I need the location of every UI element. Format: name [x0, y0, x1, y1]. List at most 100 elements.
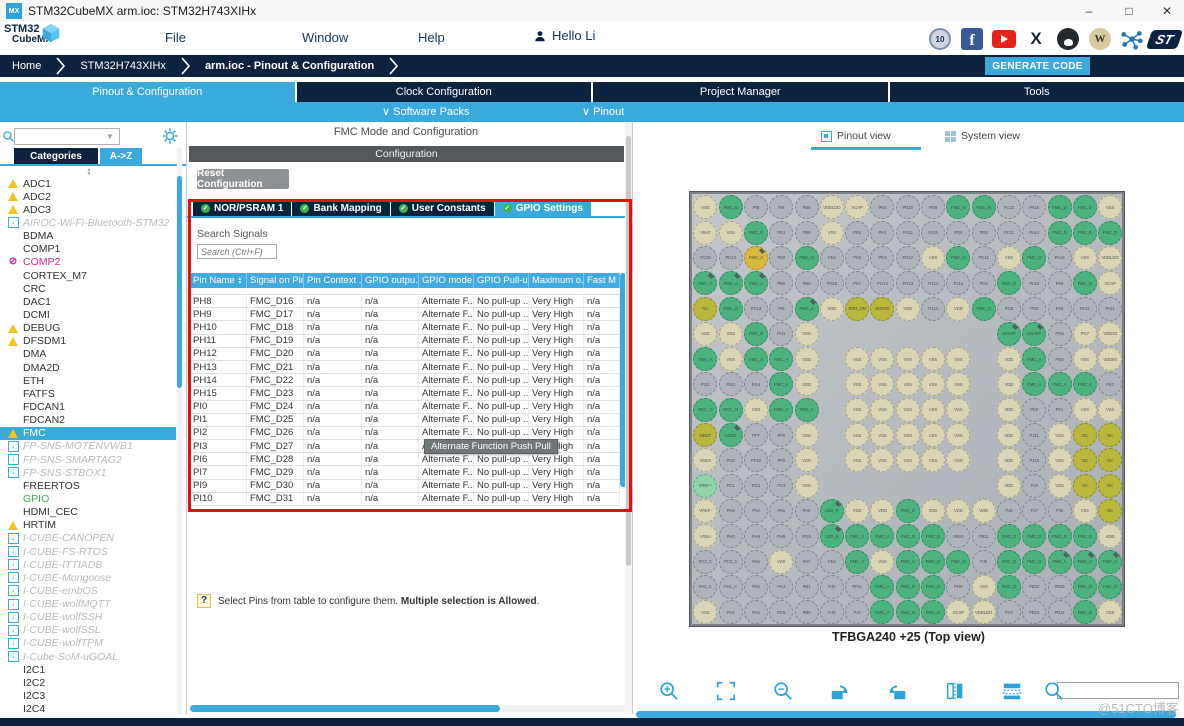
bga-pin-fmc_a[interactable]: FMC_A [1072, 549, 1097, 574]
sidebar-item-comp2[interactable]: ⊘ COMP2 [0, 256, 176, 269]
bga-pin-pj4[interactable]: PJ4 [845, 600, 870, 625]
bga-pin-pj2[interactable]: PJ2 [819, 574, 844, 599]
bga-pin-vdd[interactable]: VDD [870, 498, 895, 523]
bga-pin-pc5[interactable]: PC5 [769, 600, 794, 625]
bga-pin-ph6[interactable]: PH6 [946, 574, 971, 599]
bga-pin-vss[interactable]: VSS [1098, 600, 1123, 625]
bga-pin-vss[interactable]: VSS [1047, 423, 1072, 448]
bga-pin-vdd[interactable]: VDD [971, 498, 996, 523]
bga-pin-vss[interactable]: VSS [870, 372, 895, 397]
bga-pin-nc[interactable]: NC [1072, 423, 1097, 448]
bga-pin-pb14[interactable]: PB14 [1047, 600, 1072, 625]
bga-pin-vss[interactable]: VSS [946, 448, 971, 473]
bga-pin-pf8[interactable]: PF8 [769, 423, 794, 448]
bga-pin-fmc_a[interactable]: FMC_A [1022, 372, 1047, 397]
bga-pin-fmc_d[interactable]: FMC_D [921, 600, 946, 625]
sidebar-item-i2c4[interactable]: I2C4 [0, 703, 176, 716]
bga-pin-pj6[interactable]: PJ6 [1047, 498, 1072, 523]
gear-icon[interactable] [161, 127, 179, 145]
st-badge-icon[interactable]: 10 [928, 27, 952, 51]
bga-pin-pb10[interactable]: PB10 [946, 524, 971, 549]
bga-pin-vdd33[interactable]: VDD33 [1098, 321, 1123, 346]
bga-pin-pk6[interactable]: PK6 [845, 245, 870, 270]
maximize-button[interactable]: □ [1112, 0, 1146, 22]
bga-pin-vdd50[interactable]: VDD50 [1098, 347, 1123, 372]
generate-code-button[interactable]: GENERATE CODE [985, 57, 1090, 75]
table-row[interactable]: PH14 FMC_D22 n/a n/a Alternate F... No pull-u… [190, 374, 620, 388]
sidebar-item-fp-sns-stbox1[interactable]: ↓ FP-SNS-STBOX1 [0, 466, 176, 479]
bga-pin-fmc_d[interactable]: FMC_D [1072, 271, 1097, 296]
github-icon[interactable] [1056, 27, 1080, 51]
table-row[interactable]: PI10 FMC_D31 n/a n/a Alternate F... No pull-u… [190, 492, 620, 506]
sidebar-item-hdmi_cec[interactable]: HDMI_CEC [0, 506, 176, 519]
sort-toggle-icon[interactable]: ▲ ▼ [84, 168, 94, 177]
main-tab-tools[interactable]: Tools [889, 82, 1184, 102]
bga-pin-vss[interactable]: VSS [845, 423, 870, 448]
bga-pin-pg10[interactable]: PG10 [895, 195, 920, 220]
bga-pin-fmc_d[interactable]: FMC_D [921, 574, 946, 599]
table-row[interactable]: PI6 FMC_D28 n/a n/a Alternate F... No pull-up… [190, 453, 620, 467]
bga-pin-vss[interactable]: VSS [921, 245, 946, 270]
bga-pin-vss[interactable]: VSS [1072, 498, 1097, 523]
bga-pin-vss[interactable]: VSS [1047, 448, 1072, 473]
user-account[interactable]: Hello Li [533, 28, 595, 43]
bga-pin-fmc_a[interactable]: FMC_A [743, 245, 768, 270]
bga-pin-vss[interactable]: VSS [870, 549, 895, 574]
bga-pin-vdd[interactable]: VDD [794, 372, 819, 397]
sidebar-item-fatfs[interactable]: FATFS [0, 387, 176, 400]
sidebar-item-airoc-wi-fi-bluetooth-stm32[interactable]: ↓ AIROC-Wi-Fi-Bluetooth-STM32 [0, 216, 176, 229]
bga-pin-fmc_n[interactable]: FMC_N [971, 195, 996, 220]
bga-pin-vss[interactable]: VSS [1047, 473, 1072, 498]
bga-pin-vdd[interactable]: VDD [794, 423, 819, 448]
bga-pin-pa0_c[interactable]: PA0_C [693, 574, 718, 599]
bga-pin-led_b[interactable]: LED_B [819, 524, 844, 549]
bga-pin-pa1[interactable]: PA1 [769, 498, 794, 523]
bga-pin-pc11[interactable]: PC11 [996, 220, 1021, 245]
bga-pin-pb6[interactable]: PB6 [794, 220, 819, 245]
bga-pin-pj5[interactable]: PJ5 [971, 549, 996, 574]
main-tab-clock-configuration[interactable]: Clock Configuration [296, 82, 591, 102]
bga-pin-pb3[interactable]: PB3 [819, 245, 844, 270]
bga-pin-vdd[interactable]: VDD [794, 473, 819, 498]
fit-view-icon[interactable] [715, 680, 737, 702]
bga-pin-vss[interactable]: VSS [870, 397, 895, 422]
bga-pin-led_r[interactable]: LED_R [819, 498, 844, 523]
bga-pin-pj13[interactable]: PJ13 [921, 296, 946, 321]
bga-pin-pg6[interactable]: PG6 [1047, 321, 1072, 346]
bga-pin-fmc_d[interactable]: FMC_D [1047, 220, 1072, 245]
bga-pin-vdd[interactable]: VDD [794, 321, 819, 346]
youtube-icon[interactable] [992, 27, 1016, 51]
column-header[interactable]: GPIO outpu... [362, 273, 419, 288]
bga-pin-fmc_a[interactable]: FMC_A [1098, 549, 1123, 574]
sidebar-item-gpio[interactable]: GPIO [0, 492, 176, 505]
bga-pin-fmc_d[interactable]: FMC_D [718, 195, 743, 220]
bga-pin-vss[interactable]: VSS [1098, 397, 1123, 422]
bga-pin-pk2[interactable]: PK2 [1098, 372, 1123, 397]
bga-pin-vss[interactable]: VSS [819, 220, 844, 245]
bga-pin-vss[interactable]: VSS [946, 372, 971, 397]
bga-pin-pb9[interactable]: PB9 [769, 271, 794, 296]
menu-item-help[interactable]: Help [418, 30, 445, 45]
rotate-ccw-icon[interactable] [886, 680, 908, 702]
bga-pin-fmc_a[interactable]: FMC_A [743, 347, 768, 372]
main-tab-pinout-configuration[interactable]: Pinout & Configuration [0, 82, 295, 102]
bga-pin-vss[interactable]: VSS [1072, 245, 1097, 270]
bga-pin-pf7[interactable]: PF7 [743, 423, 768, 448]
sidebar-item-dfsdm1[interactable]: DFSDM1 [0, 335, 176, 348]
wikipedia-icon[interactable]: W [1088, 27, 1112, 51]
bga-pin-pa9[interactable]: PA9 [1047, 271, 1072, 296]
bga-pin-pe1[interactable]: PE1 [769, 220, 794, 245]
sidebar-item-hrtim[interactable]: HRTIM [0, 519, 176, 532]
bga-pin-pc0[interactable]: PC0 [718, 448, 743, 473]
tab-system-view[interactable]: System view [945, 130, 1020, 142]
minimize-button[interactable]: – [1072, 0, 1106, 22]
bga-pin-vdd[interactable]: VDD [996, 372, 1021, 397]
bga-pin-fmc_d[interactable]: FMC_D [921, 524, 946, 549]
bga-pin-pi8[interactable]: PI8 [769, 296, 794, 321]
sort-icon[interactable]: ▲ ▼ [237, 276, 242, 285]
sidebar-item-i-cube-mongoose[interactable]: ↓ I-CUBE-Mongoose [0, 571, 176, 584]
scrollbar-thumb[interactable] [626, 136, 631, 566]
bga-pin-vdd[interactable]: VDD [996, 448, 1021, 473]
bga-pin-vss[interactable]: VSS [895, 372, 920, 397]
bga-pin-pc10[interactable]: PC10 [996, 195, 1021, 220]
